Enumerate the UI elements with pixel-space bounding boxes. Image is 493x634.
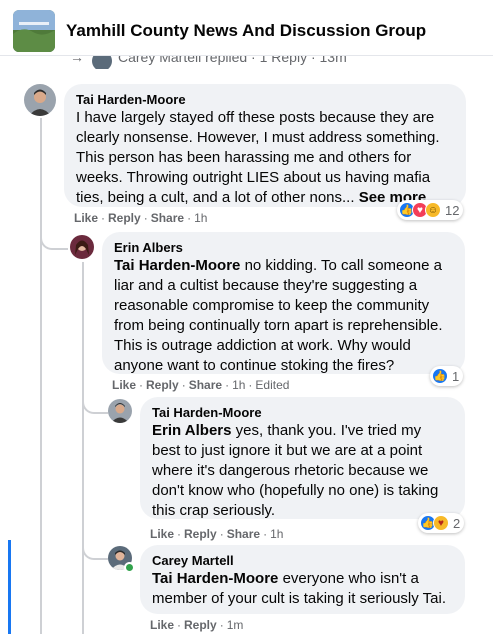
- comment-author[interactable]: Carey Martell: [152, 553, 453, 569]
- group-title[interactable]: Yamhill County News And Discussion Group: [66, 21, 426, 41]
- comment-author[interactable]: Erin Albers: [114, 240, 453, 256]
- thread-connector: [82, 546, 108, 560]
- comment-author[interactable]: Tai Harden-Moore: [76, 92, 454, 108]
- comment-text: Erin Albers yes, thank you. I've tried m…: [152, 421, 453, 521]
- reply-button[interactable]: Reply: [184, 618, 217, 632]
- reply-button[interactable]: Reply: [146, 378, 179, 392]
- reply-button[interactable]: Reply: [184, 527, 217, 541]
- avatar[interactable]: [70, 235, 94, 259]
- avatar[interactable]: [108, 399, 132, 423]
- comment-actions: Like · Reply · Share · 1h: [74, 211, 208, 225]
- haha-icon: ☺: [425, 202, 441, 218]
- mention-link[interactable]: Tai Harden-Moore: [152, 570, 278, 587]
- reaction-count: 1: [452, 368, 460, 384]
- comment-actions: Like · Reply · 1m: [150, 618, 244, 632]
- like-icon: 👍: [432, 368, 448, 384]
- timestamp[interactable]: 1m: [227, 618, 244, 632]
- comment-bubble: Tai Harden-Moore I have largely stayed o…: [64, 84, 466, 207]
- care-icon: ♥: [433, 515, 449, 531]
- share-button[interactable]: Share: [151, 211, 184, 225]
- timestamp[interactable]: 1h: [194, 211, 207, 225]
- online-status-icon: [124, 562, 135, 573]
- comment-bubble: Erin Albers Tai Harden-Moore no kidding.…: [102, 232, 465, 374]
- comment-text: Tai Harden-Moore everyone who isn't a me…: [152, 569, 453, 609]
- mention-link[interactable]: Tai Harden-Moore: [114, 257, 240, 274]
- timestamp[interactable]: 1h: [270, 527, 283, 541]
- reaction-summary[interactable]: 👍 ♥ ☺ 12: [397, 200, 464, 220]
- comment-body: no kidding. To call someone a liar and a…: [114, 257, 443, 374]
- mention-link[interactable]: Erin Albers: [152, 422, 231, 439]
- comment-actions: Like · Reply · Share · 1h: [150, 527, 284, 541]
- reaction-summary[interactable]: 👍 1: [430, 366, 464, 386]
- thread-connector: [82, 400, 108, 414]
- reaction-count: 12: [445, 202, 460, 218]
- comment-author[interactable]: Tai Harden-Moore: [152, 405, 453, 421]
- reaction-summary[interactable]: 👍 ♥ 2: [418, 513, 465, 533]
- avatar[interactable]: [24, 84, 56, 116]
- like-button[interactable]: Like: [150, 527, 174, 541]
- comment-actions: Like · Reply · Share · 1h · Edited: [112, 378, 290, 392]
- reply-button[interactable]: Reply: [108, 211, 141, 225]
- timestamp[interactable]: 1h: [232, 378, 245, 392]
- comment-bubble: Tai Harden-Moore Erin Albers yes, thank …: [140, 397, 465, 519]
- focus-indicator: [8, 540, 11, 634]
- share-button[interactable]: Share: [227, 527, 260, 541]
- like-button[interactable]: Like: [150, 618, 174, 632]
- group-cover-thumbnail[interactable]: [13, 10, 55, 52]
- comment-bubble: Carey Martell Tai Harden-Moore everyone …: [140, 545, 465, 614]
- group-header: Yamhill County News And Discussion Group: [0, 0, 493, 56]
- like-button[interactable]: Like: [74, 211, 98, 225]
- comment-text: I have largely stayed off these posts be…: [76, 108, 454, 208]
- reaction-count: 2: [453, 515, 461, 531]
- thread-line: [40, 250, 42, 634]
- thread-line: [82, 262, 84, 634]
- comment-text: Tai Harden-Moore no kidding. To call som…: [114, 256, 453, 376]
- thread-connector: [40, 236, 68, 250]
- edited-label: Edited: [255, 378, 290, 392]
- share-button[interactable]: Share: [189, 378, 222, 392]
- like-button[interactable]: Like: [112, 378, 136, 392]
